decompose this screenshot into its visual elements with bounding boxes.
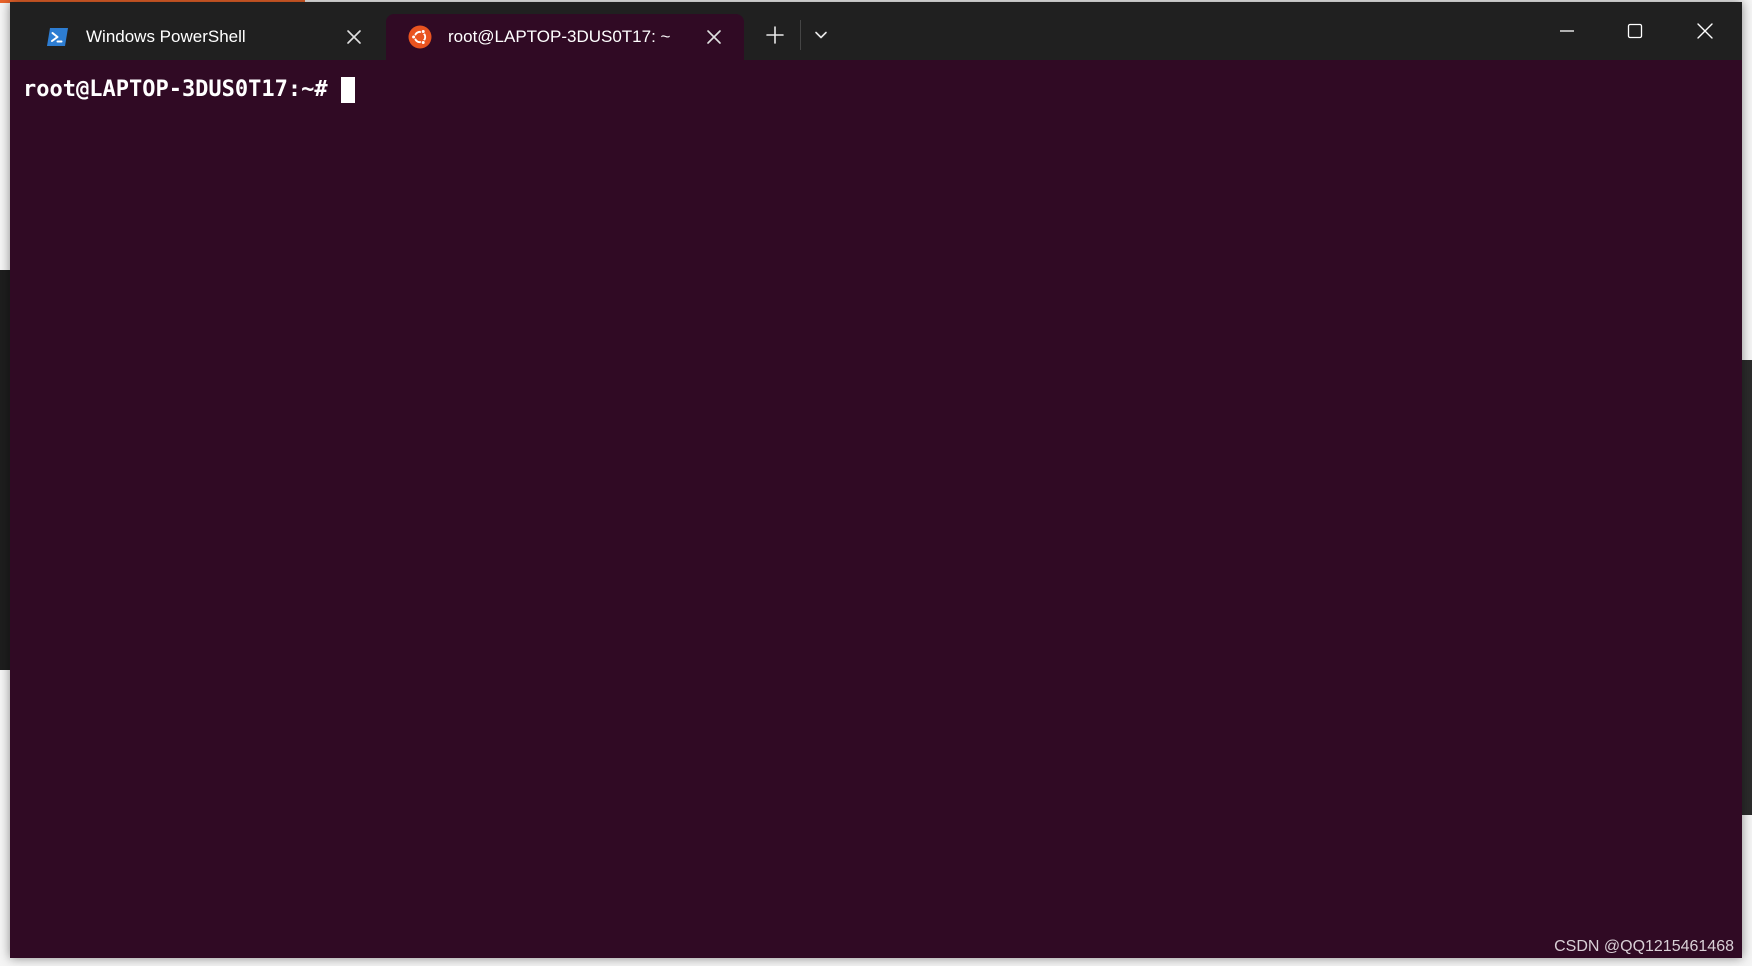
tab-ubuntu[interactable]: root@LAPTOP-3DUS0T17: ~ <box>386 14 744 60</box>
tab-label: Windows PowerShell <box>86 27 246 46</box>
powershell-icon <box>46 25 70 49</box>
tab-windows-powershell[interactable]: Windows PowerShell <box>24 14 384 60</box>
plus-icon <box>766 26 784 44</box>
title-bar[interactable]: Windows PowerShell root@LAPTOP-3DUS0T17:… <box>10 2 1742 60</box>
terminal-area[interactable]: root@LAPTOP-3DUS0T17:~# CSDN @QQ12154614… <box>10 60 1742 958</box>
chevron-down-icon <box>815 31 827 39</box>
tab-dropdown-button[interactable] <box>812 26 830 44</box>
close-window-button[interactable] <box>1692 18 1718 44</box>
prompt-line: root@LAPTOP-3DUS0T17:~# <box>23 76 355 104</box>
watermark: CSDN @QQ1215461468 <box>1554 938 1734 955</box>
prompt-text: root@LAPTOP-3DUS0T17:~# <box>23 77 328 102</box>
maximize-button[interactable] <box>1622 18 1648 44</box>
close-icon[interactable] <box>344 27 364 47</box>
tab-label: root@LAPTOP-3DUS0T17: ~ <box>448 27 671 46</box>
close-icon[interactable] <box>704 27 724 47</box>
minimize-icon <box>1560 30 1574 32</box>
text-cursor <box>340 77 355 103</box>
ubuntu-icon <box>408 25 432 49</box>
minimize-button[interactable] <box>1554 18 1580 44</box>
new-tab-button[interactable] <box>764 24 786 46</box>
titlebar-separator <box>800 20 801 50</box>
maximize-icon <box>1627 23 1643 39</box>
terminal-window: Windows PowerShell root@LAPTOP-3DUS0T17:… <box>10 2 1742 958</box>
close-icon <box>1697 23 1713 39</box>
